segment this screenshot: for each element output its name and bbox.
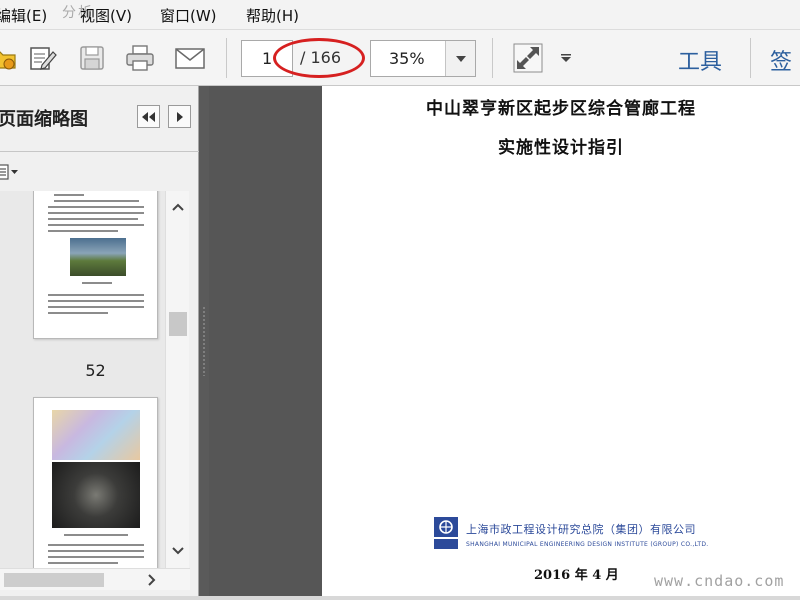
- scroll-down-icon[interactable]: [172, 547, 184, 555]
- email-button[interactable]: [172, 40, 208, 76]
- zoom-dropdown-button[interactable]: [445, 41, 475, 76]
- scroll-thumb[interactable]: [169, 312, 187, 336]
- print-button[interactable]: [122, 40, 158, 76]
- status-strip: [0, 596, 800, 600]
- toolbar-separator: [226, 38, 227, 78]
- panel-divider: [0, 151, 199, 152]
- menu-help[interactable]: 帮助(H): [246, 5, 299, 26]
- sign-button[interactable]: 签: [770, 44, 792, 76]
- thumbnail-page[interactable]: [33, 397, 158, 568]
- list-options-icon: [0, 164, 18, 180]
- more-tools-dropdown[interactable]: [556, 40, 576, 76]
- scroll-up-icon[interactable]: [172, 203, 184, 211]
- document-date: 2016 年 4 月: [534, 568, 619, 583]
- toolbar: 1 / 166 35% 工具 签: [0, 30, 800, 86]
- document-title: 中山翠亨新区起步区综合管廊工程: [426, 99, 696, 119]
- document-subtitle: 实施性设计指引: [498, 138, 624, 158]
- highlight-ellipse: [273, 38, 365, 78]
- folder-open-icon: [0, 51, 16, 70]
- thumbnail-page-number: 52: [85, 361, 106, 380]
- menu-window[interactable]: 窗口(W): [160, 5, 217, 26]
- thumbnail-page[interactable]: [33, 191, 158, 339]
- company-name-english: SHANGHAI MUNICIPAL ENGINEERING DESIGN IN…: [466, 541, 709, 548]
- collapse-panel-button[interactable]: [137, 105, 160, 128]
- panel-splitter[interactable]: [199, 86, 209, 600]
- save-icon: [80, 46, 104, 70]
- thumbnail-options-button[interactable]: [0, 161, 26, 183]
- thumbnail-list: 52: [0, 191, 165, 568]
- double-chevron-left-icon: [141, 111, 155, 122]
- menu-view[interactable]: 视图(V): [80, 5, 132, 26]
- toolbar-separator: [492, 38, 493, 78]
- scroll-right-icon[interactable]: [148, 574, 156, 586]
- thumbnail-tunnel: [52, 462, 140, 528]
- zoom-select[interactable]: 35%: [370, 40, 476, 77]
- open-button[interactable]: [0, 40, 22, 76]
- thumbnail-horizontal-scrollbar[interactable]: [0, 568, 190, 590]
- company-name: 上海市政工程设计研究总院（集团）有限公司: [466, 523, 696, 536]
- chevron-right-icon: [176, 111, 183, 122]
- thumbnail-vertical-scrollbar[interactable]: [165, 191, 189, 568]
- envelope-icon: [175, 48, 205, 69]
- menu-edit[interactable]: 编辑(E): [0, 5, 47, 26]
- expand-panel-button[interactable]: [168, 105, 191, 128]
- printer-icon: [126, 45, 154, 71]
- tools-button[interactable]: 工具: [678, 44, 722, 76]
- menu-bar: 编辑(E) 分析 视图(V) 窗口(W) 帮助(H): [0, 0, 800, 30]
- zoom-value: 35%: [389, 49, 425, 68]
- company-logo-icon: [434, 517, 458, 549]
- splitter-grip[interactable]: [202, 306, 206, 376]
- edit-button[interactable]: [24, 40, 60, 76]
- fullscreen-button[interactable]: [510, 40, 546, 76]
- watermark-url: www.cndao.com: [654, 572, 785, 590]
- dropdown-triangle-icon: [561, 54, 571, 62]
- scroll-thumb[interactable]: [4, 573, 104, 587]
- save-button[interactable]: [74, 40, 110, 76]
- chevron-down-icon: [455, 55, 466, 62]
- document-page[interactable]: 中山翠亨新区起步区综合管廊工程 实施性设计指引 上海市政工程设计研究总院（集团）…: [322, 86, 800, 596]
- expand-arrows-icon: [513, 43, 543, 73]
- toolbar-separator: [750, 38, 751, 78]
- thumbnail-map: [52, 410, 140, 460]
- edit-document-icon: [30, 47, 57, 70]
- panel-title: 页面缩略图: [0, 109, 88, 130]
- thumbnail-photo: [70, 238, 126, 276]
